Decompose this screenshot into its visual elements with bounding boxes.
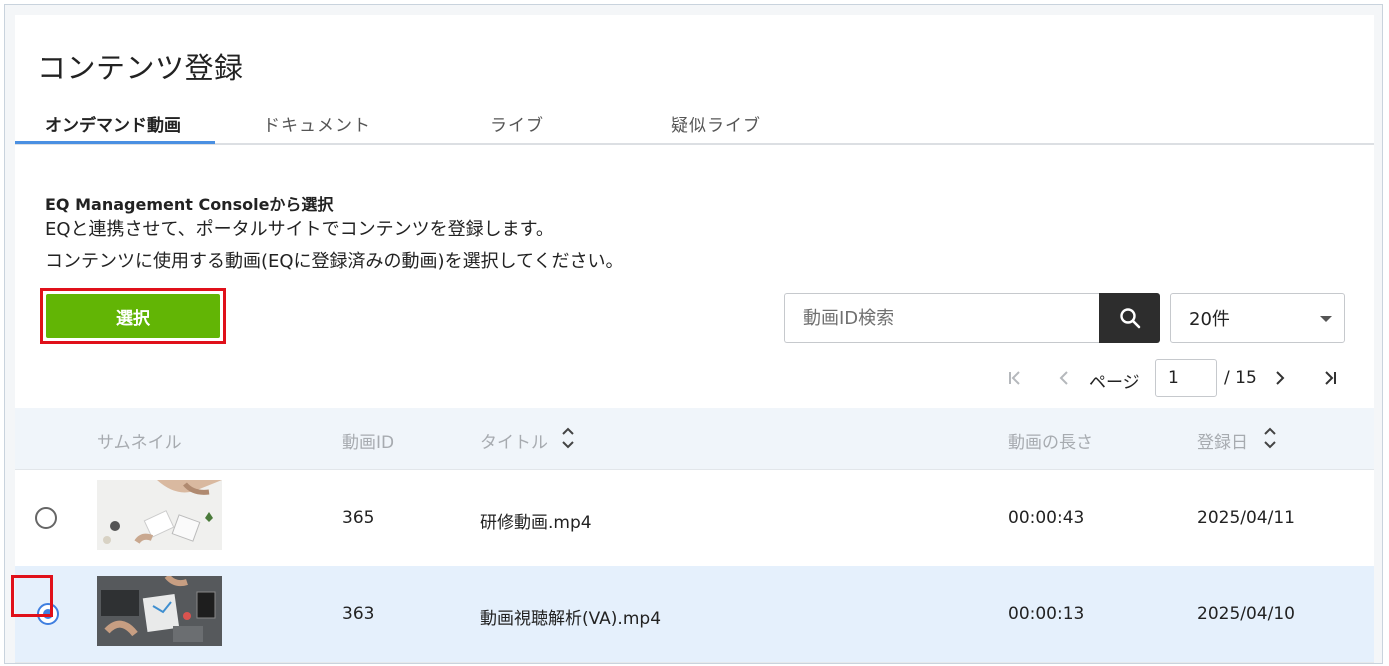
row-length: 00:00:13 — [1008, 604, 1085, 624]
per-page-select[interactable]: 20件 — [1170, 293, 1345, 343]
row-video-id: 363 — [342, 604, 375, 624]
total-pages: / 15 — [1224, 368, 1257, 388]
tab-bar: オンデマンド動画 ドキュメント ライブ 疑似ライブ — [15, 103, 1374, 145]
next-page-button[interactable] — [1265, 358, 1295, 398]
table-row[interactable]: 365 研修動画.mp4 00:00:43 2025/04/11 — [15, 470, 1374, 567]
table-row[interactable]: 363 動画視聴解析(VA).mp4 00:00:13 2025/04/10 — [15, 566, 1374, 663]
tab-live[interactable]: ライブ — [490, 111, 544, 136]
search-box — [784, 293, 1160, 343]
header-title[interactable]: タイトル — [480, 428, 548, 453]
row-date: 2025/04/11 — [1197, 508, 1295, 528]
table-header: サムネイル 動画ID タイトル 動画の長さ 登録日 — [15, 408, 1374, 470]
per-page-value: 20件 — [1189, 309, 1230, 330]
chevron-down-icon — [1320, 316, 1332, 322]
selected-radio-highlight — [11, 575, 53, 617]
row-radio[interactable] — [35, 507, 57, 529]
header-length: 動画の長さ — [1008, 433, 1093, 453]
active-tab-indicator — [15, 141, 215, 144]
row-video-id: 365 — [342, 508, 375, 528]
page-title: コンテンツ登録 — [37, 51, 244, 85]
tab-on-demand-video[interactable]: オンデマンド動画 — [45, 111, 181, 136]
last-page-icon — [1325, 371, 1336, 385]
last-page-button[interactable] — [1315, 358, 1345, 398]
video-thumbnail — [97, 480, 222, 550]
header-video-id: 動画ID — [342, 433, 395, 453]
prev-page-button[interactable] — [1049, 358, 1079, 398]
tab-pseudo-live[interactable]: 疑似ライブ — [671, 111, 761, 136]
header-registered[interactable]: 登録日 — [1197, 428, 1248, 453]
video-thumbnail — [97, 576, 222, 646]
page-number-input[interactable] — [1155, 359, 1217, 397]
header-thumbnail: サムネイル — [97, 433, 182, 453]
row-length: 00:00:43 — [1008, 508, 1085, 528]
section-heading: EQ Management Consoleから選択 — [45, 195, 334, 214]
content-card: コンテンツ登録 オンデマンド動画 ドキュメント ライブ 疑似ライブ EQ Man… — [15, 15, 1374, 663]
tab-documents[interactable]: ドキュメント — [263, 111, 371, 136]
search-button[interactable] — [1099, 293, 1160, 343]
description-line-2: コンテンツに使用する動画(EQに登録済みの動画)を選択してください。 — [45, 251, 624, 272]
row-title: 動画視聴解析(VA).mp4 — [480, 609, 662, 629]
search-icon — [1119, 308, 1140, 329]
description-line-1: EQと連携させて、ポータルサイトでコンテンツを登録します。 — [45, 219, 554, 240]
first-page-icon — [1009, 371, 1020, 385]
row-date: 2025/04/10 — [1197, 604, 1295, 624]
select-button[interactable]: 選択 — [46, 294, 220, 338]
sort-icon[interactable] — [561, 425, 575, 451]
row-title: 研修動画.mp4 — [480, 513, 592, 533]
chevron-right-icon — [1276, 371, 1285, 385]
page-label: ページ — [1089, 373, 1140, 393]
search-input[interactable] — [784, 293, 1100, 343]
page-frame: コンテンツ登録 オンデマンド動画 ドキュメント ライブ 疑似ライブ EQ Man… — [4, 4, 1383, 664]
sort-icon[interactable] — [1263, 425, 1277, 451]
chevron-left-icon — [1059, 371, 1068, 385]
first-page-button[interactable] — [1000, 358, 1030, 398]
